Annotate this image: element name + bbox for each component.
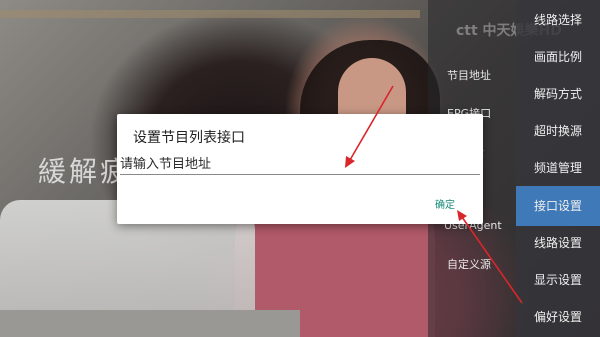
- wall-shelf: [0, 10, 420, 18]
- program-address-input[interactable]: [120, 154, 480, 175]
- menu-item-decode-mode[interactable]: 解码方式: [516, 74, 600, 114]
- submenu-item-program-address[interactable]: 节目地址: [447, 67, 491, 83]
- program-list-interface-dialog: 设置节目列表接口 确定: [117, 114, 483, 224]
- menu-item-display-settings[interactable]: 显示设置: [516, 260, 600, 300]
- menu-item-preferences[interactable]: 偏好设置: [516, 297, 600, 337]
- menu-item-line-select[interactable]: 线路选择: [516, 0, 600, 40]
- laptop-base: [0, 310, 300, 337]
- confirm-button[interactable]: 确定: [431, 194, 459, 213]
- submenu-item-custom-source[interactable]: 自定义源: [447, 256, 491, 272]
- menu-item-aspect-ratio[interactable]: 画面比例: [516, 37, 600, 77]
- menu-item-timeout-switch[interactable]: 超时换源: [516, 111, 600, 151]
- dialog-title: 设置节目列表接口: [133, 130, 245, 146]
- menu-item-interface-settings[interactable]: 接口设置: [516, 186, 600, 226]
- menu-item-line-settings[interactable]: 线路设置: [516, 223, 600, 263]
- menu-item-channel-manage[interactable]: 频道管理: [516, 148, 600, 188]
